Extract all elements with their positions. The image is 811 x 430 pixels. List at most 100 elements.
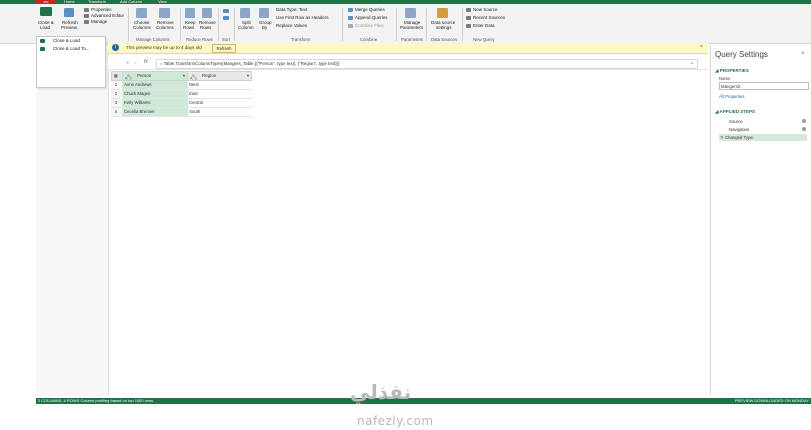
preview-notice-bar: i This preview may be up to 4 days old R… (108, 43, 708, 54)
applied-step-changed-type[interactable]: ✕ Changed Type (719, 134, 807, 141)
filter-dropdown-icon[interactable]: ▾ (183, 72, 185, 80)
cell-region[interactable]: West (187, 81, 252, 90)
column-header-region[interactable]: ABC Region ▾ (187, 71, 252, 81)
data-source-settings-button-line2[interactable]: settings (436, 25, 452, 30)
ribbon-separator (426, 8, 427, 41)
row-number[interactable]: 2 (111, 90, 121, 99)
delete-step-icon[interactable]: ✕ (720, 134, 724, 141)
commit-formula-icon[interactable]: ✓ (134, 60, 137, 65)
watermark-logo: نفذلي (350, 380, 412, 404)
merge-queries-icon (348, 8, 353, 12)
ribbon-separator (218, 8, 219, 41)
refresh-button-line2[interactable]: Preview (61, 25, 77, 30)
choose-columns-button-line2[interactable]: Columns (133, 25, 151, 30)
applied-step-source[interactable]: Source (719, 118, 807, 125)
chevron-down-icon[interactable]: ⌄ (690, 60, 694, 66)
group-by-icon (259, 8, 269, 18)
applied-steps-heading-label: APPLIED STEPS (719, 109, 756, 114)
properties-icon (84, 8, 89, 12)
row-number[interactable]: 3 (111, 99, 121, 108)
append-queries-icon (348, 16, 353, 20)
manage-parameters-button-line2[interactable]: Parameters (400, 25, 423, 30)
properties-button[interactable]: Properties (91, 7, 112, 12)
table-menu-icon[interactable]: ▦ (114, 72, 118, 80)
queries-pane: Mangers2 and Close the Query Editor, and… (36, 44, 109, 396)
close-load-button-line2[interactable]: Load (40, 25, 50, 30)
menu-close-load-label: Close & Load (53, 38, 81, 43)
watermark-url: nafezly.com (357, 414, 434, 428)
cell-person[interactable]: Cecelia Brenner (122, 108, 188, 117)
row-number[interactable]: 4 (111, 108, 121, 117)
data-type-dropdown[interactable]: Data Type: Text (276, 7, 307, 12)
menu-close-load-to-label: Close & Load To... (53, 46, 90, 51)
remove-columns-button-line2[interactable]: Columns (156, 25, 174, 30)
new-source-icon (466, 8, 471, 12)
sort-ascending-icon[interactable] (223, 9, 229, 13)
all-properties-link[interactable]: All Properties (719, 94, 745, 99)
keep-rows-icon (185, 8, 195, 18)
manage-icon (84, 20, 89, 24)
advanced-editor-button[interactable]: Advanced Editor (91, 13, 124, 18)
close-icon[interactable]: × (700, 44, 703, 50)
status-right-text: PREVIEW DOWNLOADED ON MONDAY (734, 398, 809, 403)
query-name-input[interactable] (719, 82, 809, 90)
sort-descending-icon[interactable] (223, 16, 229, 20)
merge-queries-button[interactable]: Merge Queries (355, 7, 385, 12)
group-by-button-line2[interactable]: By (262, 25, 267, 30)
menu-close-load[interactable]: Close & Load (39, 37, 103, 45)
applied-steps-heading: ◢ APPLIED STEPS (715, 109, 755, 115)
manage-parameters-icon (405, 8, 416, 18)
status-bar: 2 COLUMNS, 4 ROWS Column profiling based… (36, 398, 811, 404)
column-header-region-label: Region (202, 73, 217, 78)
remove-columns-icon (159, 8, 170, 18)
column-header-person[interactable]: ABC Person ▾ (122, 71, 188, 81)
new-source-button[interactable]: New Source (473, 7, 498, 12)
filter-dropdown-icon[interactable]: ▾ (247, 72, 249, 80)
step-label: Source (729, 119, 743, 124)
fx-icon: fx (144, 59, 148, 65)
group-label-manage-columns: Manage Columns (136, 37, 170, 42)
cell-region[interactable]: Central (187, 99, 252, 108)
cell-person[interactable]: Kelly Williams (122, 99, 188, 108)
cell-region[interactable]: South (187, 108, 252, 117)
status-left-text: 2 COLUMNS, 4 ROWS Column profiling based… (38, 398, 155, 403)
ribbon-separator (462, 8, 463, 41)
enter-data-button[interactable]: Enter Data (473, 23, 495, 28)
row-number[interactable]: 1 (111, 81, 121, 90)
ribbon: Close & Load Refresh Preview Properties … (0, 4, 811, 44)
remove-rows-icon (202, 8, 212, 18)
recent-sources-button[interactable]: Recent Sources (473, 15, 505, 20)
properties-heading-label: PROPERTIES (719, 68, 749, 73)
keep-rows-button-line2[interactable]: Rows (183, 25, 194, 30)
gear-icon[interactable] (802, 119, 806, 123)
step-label: Navigation (729, 127, 750, 132)
split-column-button-line2[interactable]: Column (238, 25, 254, 30)
notice-refresh-button[interactable]: Refresh (212, 44, 236, 53)
combine-files-button[interactable]: Combine Files (355, 23, 384, 28)
notice-text: This preview may be up to 4 days old (126, 45, 202, 50)
close-icon[interactable]: × (801, 51, 805, 57)
gear-icon[interactable] (802, 127, 806, 131)
remove-rows-button-line2[interactable]: Rows (200, 25, 211, 30)
advanced-editor-icon (84, 14, 89, 18)
step-label: Changed Type (725, 135, 753, 140)
manage-button[interactable]: Manage (91, 19, 107, 24)
cell-region[interactable]: East (187, 90, 252, 99)
group-label-reduce-rows: Reduce Rows (186, 37, 213, 42)
formula-input[interactable]: = Table.TransformColumnTypes(Mangers_Tab… (156, 59, 698, 69)
replace-values-button[interactable]: Replace Values (276, 23, 307, 28)
query-settings-title: Query Settings (715, 50, 768, 59)
append-queries-button[interactable]: Append Queries (355, 15, 388, 20)
applied-step-navigation[interactable]: Navigation (719, 126, 807, 133)
split-column-icon (240, 8, 250, 18)
group-label-combine: Combine (360, 37, 378, 42)
cancel-formula-icon[interactable]: ✕ (126, 60, 129, 65)
menu-close-load-to[interactable]: Close & Load To... (39, 45, 103, 53)
formula-bar: ✕ ✓ fx = Table.TransformColumnTypes(Mang… (108, 57, 708, 70)
name-label: Name (719, 76, 731, 81)
cell-person[interactable]: Chuck Magee (122, 90, 188, 99)
ribbon-separator (128, 8, 129, 41)
use-first-row-headers-button[interactable]: Use First Row as Headers (276, 15, 329, 20)
cell-person[interactable]: Anne Andrews (122, 81, 188, 90)
combine-files-icon (348, 24, 353, 28)
